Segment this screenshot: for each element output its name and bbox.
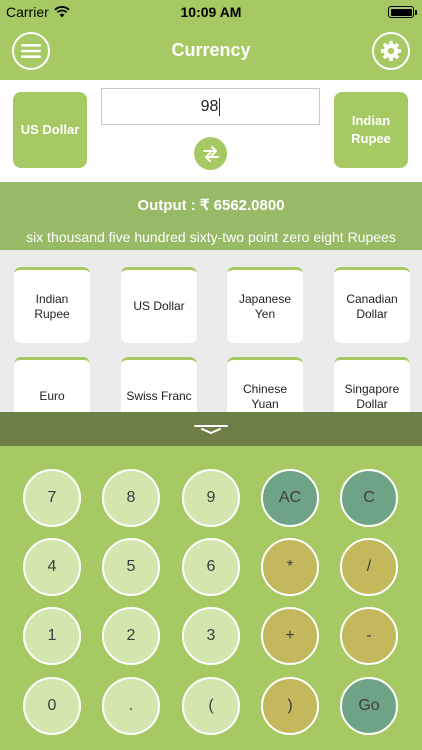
swap-currencies-button[interactable] — [194, 137, 227, 170]
currency-tile-swiss-franc[interactable]: Swiss Franc — [121, 357, 197, 412]
amount-input[interactable]: 98 — [101, 88, 320, 125]
currency-tile-chinese-yuan[interactable]: Chinese Yuan — [227, 357, 303, 412]
status-bar: Carrier 10:09 AM — [0, 0, 422, 24]
key-1[interactable]: 1 — [23, 607, 81, 665]
page-title: Currency — [171, 40, 251, 60]
key-plus[interactable]: + — [261, 607, 319, 665]
key-close-paren[interactable]: ) — [261, 677, 319, 735]
key-0[interactable]: 0 — [23, 677, 81, 735]
key-7[interactable]: 7 — [23, 469, 81, 527]
key-decimal[interactable]: . — [102, 677, 160, 735]
key-9[interactable]: 9 — [182, 469, 240, 527]
currency-tile-indian-rupee[interactable]: Indian Rupee — [14, 267, 90, 343]
gear-icon — [380, 40, 402, 62]
battery-icon — [388, 6, 417, 18]
key-open-paren[interactable]: ( — [182, 677, 240, 735]
key-4[interactable]: 4 — [23, 538, 81, 596]
from-currency-button[interactable]: US Dollar — [13, 92, 87, 168]
key-3[interactable]: 3 — [182, 607, 240, 665]
nav-bar: Currency — [0, 24, 422, 80]
output-value: Output : ₹ 6562.0800 — [137, 197, 285, 214]
drag-handle-icon — [194, 425, 228, 434]
currency-grid: Indian Rupee US Dollar Japanese Yen Cana… — [0, 250, 422, 412]
currency-tile-japanese-yen[interactable]: Japanese Yen — [227, 267, 303, 343]
key-2[interactable]: 2 — [102, 607, 160, 665]
key-clear[interactable]: C — [340, 469, 398, 527]
key-divide[interactable]: / — [340, 538, 398, 596]
swap-arrows-icon — [202, 145, 219, 162]
key-minus[interactable]: - — [340, 607, 398, 665]
key-go[interactable]: Go — [340, 677, 398, 735]
currency-tile-euro[interactable]: Euro — [14, 357, 90, 412]
currency-tile-us-dollar[interactable]: US Dollar — [121, 267, 197, 343]
to-currency-button[interactable]: Indian Rupee — [334, 92, 408, 168]
status-time: 10:09 AM — [180, 4, 242, 20]
currency-tile-canadian-dollar[interactable]: Canadian Dollar — [334, 267, 410, 343]
key-5[interactable]: 5 — [102, 538, 160, 596]
currency-tile-singapore-dollar[interactable]: Singapore Dollar — [334, 357, 410, 412]
converter-panel: US Dollar 98 Indian Rupee — [0, 80, 422, 182]
key-6[interactable]: 6 — [182, 538, 240, 596]
text-caret — [219, 97, 221, 116]
output-words: six thousand five hundred sixty-two poin… — [26, 229, 396, 245]
output-panel: Output : ₹ 6562.0800 six thousand five h… — [0, 182, 422, 250]
settings-button[interactable] — [372, 32, 410, 70]
key-all-clear[interactable]: AC — [261, 469, 319, 527]
amount-value: 98 — [200, 97, 219, 115]
keypad-drag-handle[interactable] — [0, 412, 422, 446]
key-multiply[interactable]: * — [261, 538, 319, 596]
keypad: 7 8 9 AC C 4 5 6 * / 1 2 3 + - 0 . ( ) G… — [0, 446, 422, 750]
key-8[interactable]: 8 — [102, 469, 160, 527]
